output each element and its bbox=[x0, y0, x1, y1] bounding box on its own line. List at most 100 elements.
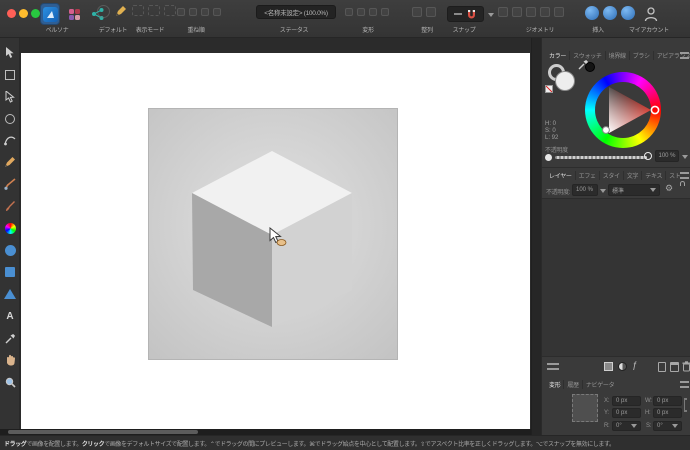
fill-color-well[interactable] bbox=[555, 71, 575, 91]
geometry-subtract-icon[interactable] bbox=[512, 7, 522, 17]
opacity-units-dropdown[interactable] bbox=[682, 155, 688, 159]
edit-defaults-icon[interactable] bbox=[114, 5, 127, 18]
geometry-add-icon[interactable] bbox=[498, 7, 508, 17]
move-forward-icon[interactable] bbox=[189, 8, 197, 16]
align-vertical-icon[interactable] bbox=[426, 7, 436, 17]
insert-inside-icon[interactable] bbox=[621, 6, 635, 20]
move-to-back-icon[interactable] bbox=[213, 8, 221, 16]
tab-layers[interactable]: レイヤー bbox=[546, 171, 575, 180]
move-tool[interactable] bbox=[2, 45, 18, 61]
tab-styles[interactable]: スタイ bbox=[598, 171, 623, 180]
ellipse-tool[interactable] bbox=[2, 242, 18, 258]
link-dimensions-icon[interactable] bbox=[684, 398, 687, 412]
zoom-tool[interactable] bbox=[2, 374, 18, 390]
point-transform-tool[interactable] bbox=[2, 111, 18, 127]
horizontal-scrollbar-thumb[interactable] bbox=[8, 430, 198, 434]
blend-mode-dropdown[interactable]: 標準 bbox=[608, 184, 660, 196]
rotation-field[interactable]: 0° bbox=[612, 421, 641, 431]
hue-marker[interactable] bbox=[650, 105, 660, 115]
align-horizontal-icon[interactable] bbox=[412, 7, 422, 17]
view-mode-retina-icon[interactable] bbox=[164, 5, 176, 16]
tab-navigator[interactable]: ナビゲータ bbox=[581, 380, 618, 389]
fill-gradient-tool[interactable] bbox=[2, 220, 18, 236]
pencil-tool[interactable] bbox=[2, 154, 18, 170]
layers-panel-menu-icon[interactable] bbox=[680, 172, 689, 179]
synchronise-defaults-icon[interactable] bbox=[97, 5, 110, 18]
h-field[interactable]: 0 px bbox=[653, 408, 682, 418]
opacity-value-field[interactable]: 100 % bbox=[655, 150, 679, 162]
minimize-window-button[interactable] bbox=[19, 9, 28, 18]
view-mode-pixel-icon[interactable] bbox=[148, 5, 160, 16]
status-bar: ドラッグ で画像を配置します。 クリック で画像をデフォルトサイズで配置します。… bbox=[0, 435, 690, 450]
geometry-divide-icon[interactable] bbox=[554, 7, 564, 17]
layers-opacity-dropdown[interactable] bbox=[600, 189, 606, 193]
pixel-persona-button[interactable] bbox=[64, 3, 84, 25]
rotate-cw-icon[interactable] bbox=[381, 8, 389, 16]
tab-color[interactable]: カラー bbox=[546, 51, 569, 60]
vector-brush-tool[interactable] bbox=[2, 176, 18, 192]
tab-history[interactable]: 履歴 bbox=[563, 380, 581, 389]
vertical-scrollbar[interactable] bbox=[531, 38, 541, 435]
snapping-toggle[interactable] bbox=[447, 6, 484, 22]
zoom-window-button[interactable] bbox=[31, 9, 40, 18]
node-tool[interactable] bbox=[2, 89, 18, 105]
adjustment-layer-icon[interactable] bbox=[618, 362, 627, 371]
studio-panel: カラー スウォッチ 境界線 ブラシ アピアランス H: 0 S: 0 L: 92… bbox=[541, 38, 690, 435]
new-layer-icon[interactable] bbox=[658, 362, 666, 372]
color-panel-menu-icon[interactable] bbox=[680, 52, 689, 59]
rotate-ccw-icon[interactable] bbox=[369, 8, 377, 16]
layers-opacity-field[interactable]: 100 % bbox=[572, 184, 598, 196]
toolbar-label-geometry: ジオメトリ bbox=[525, 28, 555, 34]
w-field[interactable]: 0 px bbox=[653, 396, 682, 406]
pen-tool[interactable] bbox=[2, 132, 18, 148]
paint-brush-tool[interactable] bbox=[2, 198, 18, 214]
tab-stroke[interactable]: 境界線 bbox=[604, 51, 629, 60]
color-panel-tabs: カラー スウォッチ 境界線 ブラシ アピアランス bbox=[546, 51, 690, 60]
tab-transform[interactable]: 変形 bbox=[546, 380, 563, 389]
delete-layer-trash-icon[interactable] bbox=[682, 361, 690, 372]
picked-color-swatch[interactable] bbox=[585, 62, 595, 72]
tab-text-styles[interactable]: テキス bbox=[641, 171, 665, 180]
insert-behind-icon[interactable] bbox=[585, 6, 599, 20]
saturation-lightness-triangle[interactable] bbox=[585, 72, 661, 148]
snap-options-dropdown[interactable] bbox=[488, 13, 494, 17]
move-to-front-icon[interactable] bbox=[177, 8, 185, 16]
designer-persona-button[interactable] bbox=[40, 3, 60, 25]
artboard-tool[interactable] bbox=[2, 67, 18, 83]
close-window-button[interactable] bbox=[7, 9, 16, 18]
transform-panel-menu-icon[interactable] bbox=[680, 381, 689, 388]
tab-effects[interactable]: エフェ bbox=[574, 171, 599, 180]
sl-selector-dot[interactable] bbox=[602, 126, 610, 134]
live-filter-fx-icon[interactable]: ƒ bbox=[632, 360, 637, 370]
rectangle-tool[interactable] bbox=[2, 264, 18, 280]
view-mode-vector-icon[interactable] bbox=[132, 5, 144, 16]
my-account-person-icon[interactable] bbox=[644, 6, 658, 22]
shear-field[interactable]: 0° bbox=[653, 421, 682, 431]
transform-anchor-selector[interactable] bbox=[572, 394, 598, 422]
mask-layer-icon[interactable] bbox=[604, 362, 613, 371]
no-color-swatch[interactable] bbox=[545, 85, 553, 93]
text-tool[interactable]: A bbox=[2, 308, 18, 324]
opacity-slider-track[interactable] bbox=[555, 156, 647, 159]
flip-vertical-icon[interactable] bbox=[357, 8, 365, 16]
noise-toggle-dot[interactable] bbox=[545, 154, 552, 161]
move-backward-icon[interactable] bbox=[201, 8, 209, 16]
tab-brushes[interactable]: ブラシ bbox=[628, 51, 653, 60]
view-hand-tool[interactable] bbox=[2, 352, 18, 368]
layer-settings-gear-icon[interactable]: ⚙ bbox=[665, 183, 673, 194]
geometry-xor-icon[interactable] bbox=[540, 7, 550, 17]
geometry-intersect-icon[interactable] bbox=[526, 7, 536, 17]
layers-stack-icon[interactable] bbox=[547, 363, 559, 370]
canvas-area[interactable] bbox=[20, 38, 531, 429]
x-field[interactable]: 0 px bbox=[612, 396, 641, 406]
tab-character[interactable]: 文字 bbox=[622, 171, 641, 180]
opacity-slider-thumb[interactable] bbox=[644, 152, 652, 160]
flip-horizontal-icon[interactable] bbox=[345, 8, 353, 16]
color-wheel[interactable] bbox=[585, 72, 661, 148]
shape-tool[interactable] bbox=[2, 286, 18, 302]
layers-list-empty[interactable] bbox=[542, 198, 690, 356]
group-layers-icon[interactable] bbox=[670, 362, 679, 372]
insert-on-top-icon[interactable] bbox=[603, 6, 617, 20]
y-field[interactable]: 0 px bbox=[612, 408, 641, 418]
color-picker-tool[interactable] bbox=[2, 330, 18, 346]
